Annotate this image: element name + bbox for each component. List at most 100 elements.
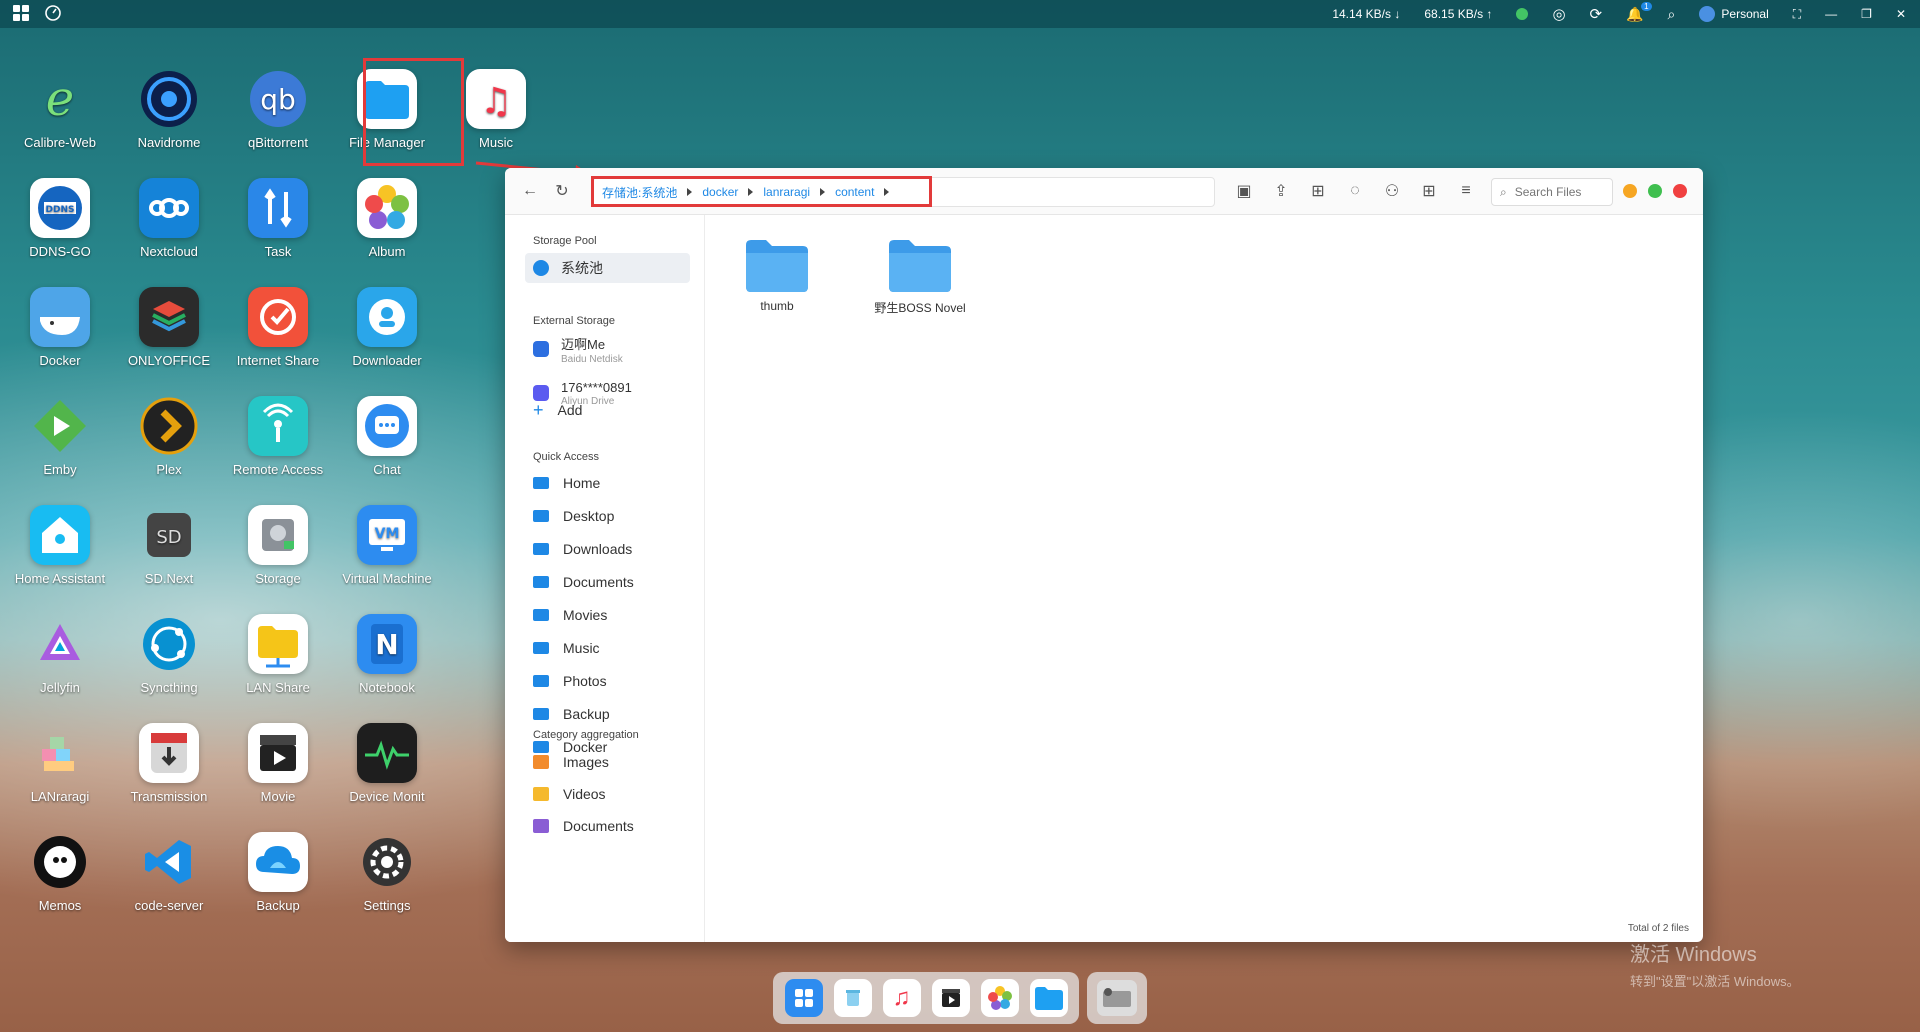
desktop-app-label: Backup [256, 898, 300, 913]
desktop-app-label: DDNS-GO [29, 244, 91, 259]
desktop-app[interactable]: Chat [332, 396, 442, 477]
close-window-button[interactable] [1673, 184, 1687, 198]
minimize-icon[interactable]: — [1825, 7, 1837, 21]
desktop-app[interactable]: Settings [332, 832, 442, 913]
sidebar-item-quick[interactable]: Desktop [525, 501, 690, 531]
desktop-app[interactable]: code-server [114, 832, 224, 913]
sidebar-item-add[interactable]: + Add [525, 395, 690, 425]
close-icon[interactable]: ✕ [1896, 7, 1906, 21]
backup-icon [248, 832, 308, 892]
desktop-app[interactable]: LAN Share [223, 614, 333, 695]
desktop-app-label: Navidrome [137, 135, 201, 150]
file-item[interactable]: thumb [717, 237, 837, 313]
sidebar-item-quick[interactable]: Downloads [525, 534, 690, 564]
desktop-app[interactable]: Memos [5, 832, 115, 913]
video-icon [533, 787, 549, 801]
desktop-app[interactable]: N Notebook [332, 614, 442, 695]
desktop-app[interactable]: Nextcloud [114, 178, 224, 259]
restore-icon[interactable]: ❐ [1861, 7, 1872, 21]
folder-icon [533, 708, 549, 720]
dashboard-icon[interactable] [44, 4, 62, 22]
desktop-app[interactable]: Transmission [114, 723, 224, 804]
minimize-window-button[interactable] [1623, 184, 1637, 198]
database-icon [533, 260, 549, 276]
upload-icon[interactable]: ⇪ [1270, 180, 1292, 202]
folder-icon [533, 642, 549, 654]
sidebar-item-quick[interactable]: Documents [525, 567, 690, 597]
status-indicator-icon[interactable] [1516, 8, 1529, 20]
home-assistant-icon [30, 505, 90, 565]
sidebar-item-quick[interactable]: Home [525, 468, 690, 498]
desktop-app[interactable]: DDNS DDNS-GO [5, 178, 115, 259]
search-input[interactable] [1512, 184, 1607, 200]
grid-view-icon[interactable]: ⊞ [1418, 180, 1440, 202]
desktop-app[interactable]: Downloader [332, 287, 442, 368]
navidrome-icon [139, 69, 199, 129]
back-icon[interactable]: ← [519, 180, 541, 202]
desktop-app[interactable]: Remote Access [223, 396, 333, 477]
maximize-window-button[interactable] [1648, 184, 1662, 198]
desktop-app[interactable]: Plex [114, 396, 224, 477]
user-menu[interactable]: Personal [1699, 6, 1769, 22]
docker-icon [30, 287, 90, 347]
desktop-app[interactable]: Task [223, 178, 333, 259]
file-item[interactable]: 野生BOSS Novel [860, 237, 980, 316]
search-box[interactable]: ⌕ [1491, 178, 1613, 206]
svg-text:SD: SD [156, 527, 181, 548]
sidebar: Storage Pool 系统池 External Storage 迈啊Me Ba… [505, 215, 705, 942]
desktop-app[interactable]: qb qBittorrent [223, 69, 333, 150]
start-menu-icon[interactable] [12, 4, 30, 22]
desktop-app[interactable]: Emby [5, 396, 115, 477]
desktop-app[interactable]: Backup [223, 832, 333, 913]
sidebar-item-quick[interactable]: Backup [525, 699, 690, 729]
sidebar-item-category[interactable]: Videos [525, 779, 690, 809]
desktop-app[interactable]: Internet Share [223, 287, 333, 368]
desktop-app[interactable]: LANraragi [5, 723, 115, 804]
sync-icon[interactable]: ⟳ [1590, 5, 1603, 23]
desktop-app[interactable]: Storage [223, 505, 333, 586]
sidebar-item-quick[interactable]: Music [525, 633, 690, 663]
sidebar-item-category[interactable]: Images [525, 747, 690, 777]
desktop-app[interactable]: Home Assistant [5, 505, 115, 586]
bell-icon[interactable]: 🔔 1 [1626, 1, 1652, 23]
desktop-app[interactable]: VM Virtual Machine [332, 505, 442, 586]
desktop-app[interactable]: Syncthing [114, 614, 224, 695]
add-folder-icon[interactable]: ⊞ [1307, 180, 1329, 202]
hide-icon[interactable]: ◌ [1344, 180, 1366, 202]
desktop-app[interactable]: Movie [223, 723, 333, 804]
fullscreen-icon[interactable]: ⛶ [1793, 7, 1801, 22]
desktop-app-label: Movie [260, 789, 296, 804]
refresh-icon[interactable]: ↻ [551, 180, 573, 202]
sidebar-item-label: Movies [563, 607, 608, 623]
sidebar-item-external[interactable]: 迈啊Me Baidu Netdisk [525, 331, 690, 367]
dock-movie-icon[interactable] [931, 979, 970, 1017]
desktop-app[interactable]: Jellyfin [5, 614, 115, 695]
dock-album-icon[interactable] [980, 979, 1019, 1017]
desktop-app-label: Jellyfin [40, 680, 80, 695]
desktop-app[interactable]: Docker [5, 287, 115, 368]
sidebar-item-quick[interactable]: Photos [525, 666, 690, 696]
network-icon[interactable]: ◎ [1552, 5, 1565, 23]
desktop-app[interactable]: ONLYOFFICE [114, 287, 224, 368]
desktop-app[interactable]: e Calibre-Web [5, 69, 115, 150]
dock-music-icon[interactable]: ♫ [882, 979, 921, 1017]
file-name: thumb [760, 299, 794, 313]
sidebar-item-system-pool[interactable]: 系统池 [525, 253, 690, 283]
desktop-app[interactable]: Album [332, 178, 442, 259]
desktop-app[interactable]: Navidrome [114, 69, 224, 150]
task-icon [248, 178, 308, 238]
dock-file-manager-icon[interactable] [1029, 979, 1068, 1017]
dock-app-center-icon[interactable] [784, 979, 823, 1017]
sidebar-item-category[interactable]: Documents [525, 811, 690, 841]
dock-recycle-bin-icon[interactable] [833, 979, 872, 1017]
new-folder-icon[interactable]: ▣ [1233, 180, 1255, 202]
desktop-app[interactable]: SD SD.Next [114, 505, 224, 586]
notification-badge: 1 [1641, 1, 1652, 11]
search-icon[interactable]: ⌕ [1668, 6, 1676, 23]
share-icon[interactable]: ⚇ [1381, 180, 1403, 202]
sort-icon[interactable]: ≡ [1455, 180, 1477, 202]
sidebar-item-quick[interactable]: Movies [525, 600, 690, 630]
desktop-app[interactable]: Device Monit [332, 723, 442, 804]
desktop-app-label: Home Assistant [14, 571, 106, 586]
dock-remote-desktop-icon[interactable] [1097, 980, 1137, 1016]
